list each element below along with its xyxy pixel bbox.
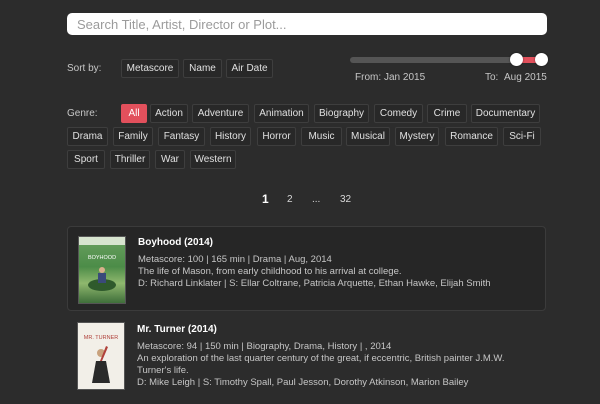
movie-plot: The life of Mason, from early childhood … — [138, 266, 402, 277]
search-input[interactable] — [75, 15, 539, 33]
movie-title[interactable]: Mr. Turner (2014) — [137, 324, 538, 335]
sort-metascore-button[interactable]: Metascore — [121, 59, 179, 78]
genre-western-button[interactable]: Western — [190, 150, 236, 169]
genre-comedy-button[interactable]: Comedy — [374, 104, 423, 123]
movie-meta: Metascore: 100 | 165 min | Drama | Aug, … — [138, 254, 332, 265]
movie-credits: D: Richard Linklater | S: Ellar Coltrane… — [138, 278, 491, 289]
genre-family-button[interactable]: Family — [113, 127, 153, 146]
movie-poster[interactable]: MR. TURNER — [77, 322, 125, 390]
search-bar[interactable] — [67, 13, 547, 35]
genre-animation-button[interactable]: Animation — [254, 104, 309, 123]
genre-sport-button[interactable]: Sport — [67, 150, 105, 169]
poster-artwork-icon: MR. TURNER — [78, 323, 124, 389]
svg-text:MR. TURNER: MR. TURNER — [84, 335, 118, 341]
page-current[interactable]: 1 — [262, 192, 269, 206]
genre-horror-button[interactable]: Horror — [257, 127, 296, 146]
page-2-link[interactable]: 2 — [287, 194, 293, 205]
poster-artwork-icon: BOYHOOD — [79, 237, 125, 291]
sort-name-button[interactable]: Name — [183, 59, 222, 78]
movie-meta: Metascore: 94 | 150 min | Biography, Dra… — [137, 341, 392, 352]
genre-action-button[interactable]: Action — [150, 104, 188, 123]
genre-drama-button[interactable]: Drama — [67, 127, 108, 146]
genre-thriller-button[interactable]: Thriller — [110, 150, 150, 169]
range-end-handle[interactable] — [535, 53, 548, 66]
genre-musical-button[interactable]: Musical — [346, 127, 390, 146]
movie-credits: D: Mike Leigh | S: Timothy Spall, Paul J… — [137, 377, 469, 388]
genre-romance-button[interactable]: Romance — [445, 127, 498, 146]
genre-documentary-button[interactable]: Documentary — [471, 104, 540, 123]
genre-adventure-button[interactable]: Adventure — [192, 104, 249, 123]
genre-scifi-button[interactable]: Sci-Fi — [503, 127, 541, 146]
movie-plot: An exploration of the last quarter centu… — [137, 353, 505, 376]
to-value: Aug 2015 — [504, 72, 547, 83]
genre-all-button[interactable]: All — [121, 104, 147, 123]
genre-war-button[interactable]: War — [155, 150, 185, 169]
movie-title[interactable]: Boyhood (2014) — [138, 237, 537, 248]
movie-card[interactable]: BOYHOOD Boyhood (2014) Metascore: 100 | … — [67, 226, 546, 311]
genre-history-button[interactable]: History — [210, 127, 251, 146]
genre-music-button[interactable]: Music — [301, 127, 342, 146]
sort-label: Sort by: — [67, 63, 102, 74]
svg-text:BOYHOOD: BOYHOOD — [88, 255, 116, 261]
from-value: Jan 2015 — [384, 72, 426, 83]
genre-biography-button[interactable]: Biography — [314, 104, 369, 123]
page-last-link[interactable]: 32 — [340, 194, 351, 205]
page-ellipsis: ... — [312, 194, 321, 205]
movie-poster[interactable]: BOYHOOD — [78, 236, 126, 304]
range-start-handle[interactable] — [510, 53, 523, 66]
genre-label: Genre: — [67, 108, 98, 119]
from-label: From: — [355, 72, 382, 83]
movie-card[interactable]: MR. TURNER Mr. Turner (2014) Metascore: … — [67, 314, 546, 404]
genre-crime-button[interactable]: Crime — [427, 104, 467, 123]
genre-mystery-button[interactable]: Mystery — [395, 127, 439, 146]
genre-fantasy-button[interactable]: Fantasy — [158, 127, 205, 146]
to-label: To: — [485, 72, 499, 83]
sort-air-date-button[interactable]: Air Date — [226, 59, 273, 78]
